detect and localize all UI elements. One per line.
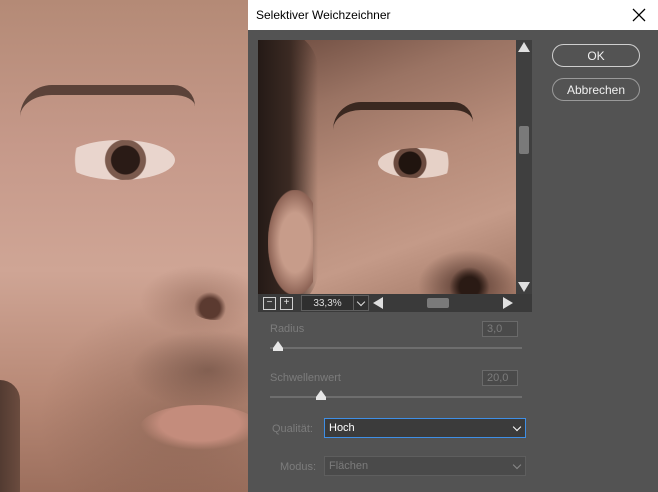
- chevron-down-icon: [509, 422, 525, 431]
- mode-selected-value: Flächen: [329, 460, 369, 472]
- preview-vertical-scrollbar[interactable]: [516, 40, 532, 294]
- preview-ear: [268, 190, 313, 294]
- close-icon[interactable]: [628, 4, 650, 26]
- preview-horizontal-scrollbar[interactable]: [373, 296, 513, 310]
- preview-eyebrow: [333, 102, 473, 130]
- photo-stubble: [130, 330, 248, 410]
- ok-button[interactable]: OK: [552, 44, 640, 67]
- zoom-out-icon[interactable]: −: [263, 296, 276, 310]
- photo-eyebrow: [20, 85, 195, 117]
- zoom-level-select[interactable]: 33,3%: [301, 295, 369, 311]
- mode-select[interactable]: Flächen: [324, 456, 526, 476]
- vertical-scroll-thumb[interactable]: [519, 126, 529, 154]
- radius-label: Radius: [270, 323, 305, 335]
- chevron-down-icon: [353, 296, 368, 310]
- photo-hair: [0, 380, 20, 492]
- preview-eye: [378, 148, 458, 178]
- radius-value-field[interactable]: 3,0: [482, 321, 518, 337]
- radius-slider-thumb[interactable]: [273, 341, 283, 351]
- smart-blur-dialog: Selektiver Weichzeichner − + 33,3% OK Ab…: [248, 0, 658, 492]
- scroll-right-icon[interactable]: [503, 297, 513, 309]
- quality-select[interactable]: Hoch: [324, 418, 526, 438]
- scroll-down-icon[interactable]: [516, 280, 532, 294]
- threshold-label: Schwellenwert: [270, 372, 341, 384]
- preview-zoom-bar: − + 33,3%: [258, 294, 532, 312]
- threshold-slider-thumb[interactable]: [316, 390, 326, 400]
- zoom-level-value: 33,3%: [313, 297, 342, 309]
- photo-eye: [65, 140, 175, 180]
- mode-label: Modus:: [280, 461, 317, 473]
- scroll-up-icon[interactable]: [516, 40, 532, 54]
- photo-nostril: [190, 290, 240, 320]
- quality-selected-value: Hoch: [329, 422, 355, 434]
- dialog-titlebar: Selektiver Weichzeichner: [248, 0, 658, 30]
- dialog-title: Selektiver Weichzeichner: [256, 8, 391, 22]
- quality-label: Qualität:: [272, 423, 313, 435]
- horizontal-scroll-thumb[interactable]: [427, 298, 449, 308]
- threshold-value-field[interactable]: 20,0: [482, 370, 518, 386]
- radius-slider-track[interactable]: [270, 341, 522, 351]
- chevron-down-icon: [509, 460, 525, 469]
- preview-image[interactable]: [258, 40, 516, 294]
- scroll-left-icon[interactable]: [373, 297, 383, 309]
- photo-lip: [140, 405, 248, 450]
- threshold-slider-track[interactable]: [270, 390, 522, 400]
- zoom-in-icon[interactable]: +: [280, 296, 293, 310]
- cancel-button[interactable]: Abbrechen: [552, 78, 640, 101]
- background-photo: [0, 0, 248, 492]
